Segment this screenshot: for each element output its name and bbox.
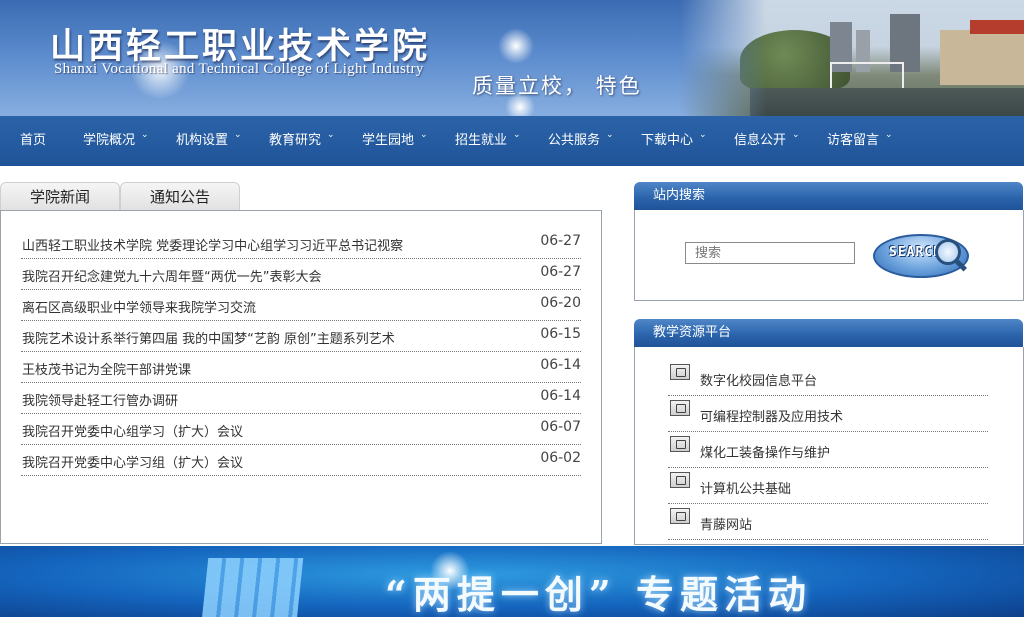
nav-item-downloads[interactable]: 下载中心 ⌄: [641, 116, 707, 166]
resource-label[interactable]: 煤化工装备操作与维护: [700, 442, 830, 461]
tool-icon: [670, 436, 690, 452]
nav-item-admissions[interactable]: 招生就业 ⌄: [455, 116, 521, 166]
news-date: 06-15: [540, 326, 581, 342]
nav-label: 下载中心: [641, 133, 694, 148]
news-item[interactable]: 山西轻工职业技术学院 党委理论学习中心组学习习近平总书记视察 06-27: [21, 228, 581, 259]
magnifier-handle: [954, 259, 968, 272]
campus-photo: [680, 0, 1024, 116]
nav-label: 信息公开: [734, 133, 787, 148]
news-date: 06-14: [540, 388, 581, 404]
chevron-down-icon: ⌄: [234, 130, 242, 140]
nav-item-disclosure[interactable]: 信息公开 ⌄: [734, 116, 800, 166]
nav-label: 首页: [20, 133, 47, 148]
search-input[interactable]: [685, 242, 855, 264]
news-date: 06-14: [540, 357, 581, 373]
news-title[interactable]: 王枝茂书记为全院干部讲党课: [22, 359, 191, 378]
news-date: 06-27: [540, 264, 581, 280]
news-item[interactable]: 我院召开党委中心学习组（扩大）会议 06-02: [21, 445, 581, 476]
chevron-down-icon: ⌄: [513, 130, 521, 140]
nav-label: 机构设置: [176, 133, 229, 148]
resource-label[interactable]: 青藤网站: [700, 514, 752, 533]
resource-label[interactable]: 可编程控制器及应用技术: [700, 406, 843, 425]
nav-item-guestbook[interactable]: 访客留言 ⌄: [827, 116, 893, 166]
resource-item[interactable]: 青藤网站: [668, 504, 988, 540]
nav-label: 公共服务: [548, 133, 601, 148]
nav-item-services[interactable]: 公共服务 ⌄: [548, 116, 614, 166]
nav-item-research[interactable]: 教育研究 ⌄: [269, 116, 335, 166]
resource-item[interactable]: 计算机公共基础: [668, 468, 988, 504]
news-list: 山西轻工职业技术学院 党委理论学习中心组学习习近平总书记视察 06-27 我院召…: [0, 210, 602, 544]
campaign-banner[interactable]: “两提一创” 专题活动: [0, 546, 1024, 617]
tab-notices[interactable]: 通知公告: [120, 182, 240, 212]
tool-icon: [670, 472, 690, 488]
cube-graphic: [201, 558, 304, 617]
news-date: 06-02: [540, 450, 581, 466]
nav-item-home[interactable]: 首页: [20, 116, 46, 166]
chevron-down-icon: ⌄: [699, 130, 707, 140]
news-title[interactable]: 我院艺术设计系举行第四届 我的中国梦“艺韵 原创”主题系列艺术: [22, 328, 395, 347]
resource-label[interactable]: 计算机公共基础: [700, 478, 791, 497]
search-panel-title: 站内搜索: [634, 182, 1023, 210]
resource-item[interactable]: 数字化校园信息平台: [668, 360, 988, 396]
nav-label: 招生就业: [455, 133, 508, 148]
main-nav: 首页 学院概况 ⌄ 机构设置 ⌄ 教育研究 ⌄ 学生园地 ⌄ 招生就业 ⌄ 公共服务 ⌄ 下…: [0, 116, 1024, 166]
news-item[interactable]: 我院召开党委中心组学习（扩大）会议 06-07: [21, 414, 581, 445]
news-date: 06-20: [540, 295, 581, 311]
news-title[interactable]: 我院领导赴轻工行管办调研: [22, 390, 178, 409]
resource-item[interactable]: 可编程控制器及应用技术: [668, 396, 988, 432]
news-title[interactable]: 我院召开党委中心组学习（扩大）会议: [22, 421, 243, 440]
tab-college-news[interactable]: 学院新闻: [0, 182, 120, 212]
nav-label: 学生园地: [362, 133, 415, 148]
resource-item[interactable]: 煤化工装备操作与维护: [668, 432, 988, 468]
resources-panel-title: 教学资源平台: [634, 319, 1023, 347]
nav-label: 学院概况: [83, 133, 136, 148]
monitor-icon: [670, 364, 690, 380]
chevron-down-icon: ⌄: [327, 130, 335, 140]
header-banner: 山西轻工职业技术学院 Shanxi Vocational and Technic…: [0, 0, 1024, 116]
news-item[interactable]: 离石区高级职业中学领导来我院学习交流 06-20: [21, 290, 581, 321]
chevron-down-icon: ⌄: [420, 130, 428, 140]
news-title[interactable]: 我院召开纪念建党九十六周年暨“两优一先”表彰大会: [22, 266, 321, 285]
college-name-en: Shanxi Vocational and Technical College …: [54, 61, 424, 77]
nav-item-departments[interactable]: 机构设置 ⌄: [176, 116, 242, 166]
news-title[interactable]: 离石区高级职业中学领导来我院学习交流: [22, 297, 256, 316]
search-button[interactable]: SEARCH: [873, 234, 969, 278]
news-date: 06-07: [540, 419, 581, 435]
tool-icon: [670, 508, 690, 524]
chevron-down-icon: ⌄: [885, 130, 893, 140]
news-title[interactable]: 山西轻工职业技术学院 党委理论学习中心组学习习近平总书记视察: [22, 235, 403, 254]
nav-item-students[interactable]: 学生园地 ⌄: [362, 116, 428, 166]
nav-item-about[interactable]: 学院概况 ⌄: [83, 116, 149, 166]
chevron-down-icon: ⌄: [606, 130, 614, 140]
news-item[interactable]: 王枝茂书记为全院干部讲党课 06-14: [21, 352, 581, 383]
header-slogan: 质量立校， 特色: [472, 74, 642, 98]
news-item[interactable]: 我院艺术设计系举行第四届 我的中国梦“艺韵 原创”主题系列艺术 06-15: [21, 321, 581, 352]
news-item[interactable]: 我院召开纪念建党九十六周年暨“两优一先”表彰大会 06-27: [21, 259, 581, 290]
chevron-down-icon: ⌄: [141, 130, 149, 140]
news-date: 06-27: [540, 233, 581, 249]
resource-label[interactable]: 数字化校园信息平台: [700, 370, 817, 389]
nav-label: 教育研究: [269, 133, 322, 148]
campaign-title: “两提一创” 专题活动: [385, 572, 812, 617]
news-title[interactable]: 我院召开党委中心学习组（扩大）会议: [22, 452, 243, 471]
chevron-down-icon: ⌄: [792, 130, 800, 140]
document-icon: [670, 400, 690, 416]
nav-label: 访客留言: [827, 133, 880, 148]
light-flare: [498, 28, 534, 64]
news-item[interactable]: 我院领导赴轻工行管办调研 06-14: [21, 383, 581, 414]
